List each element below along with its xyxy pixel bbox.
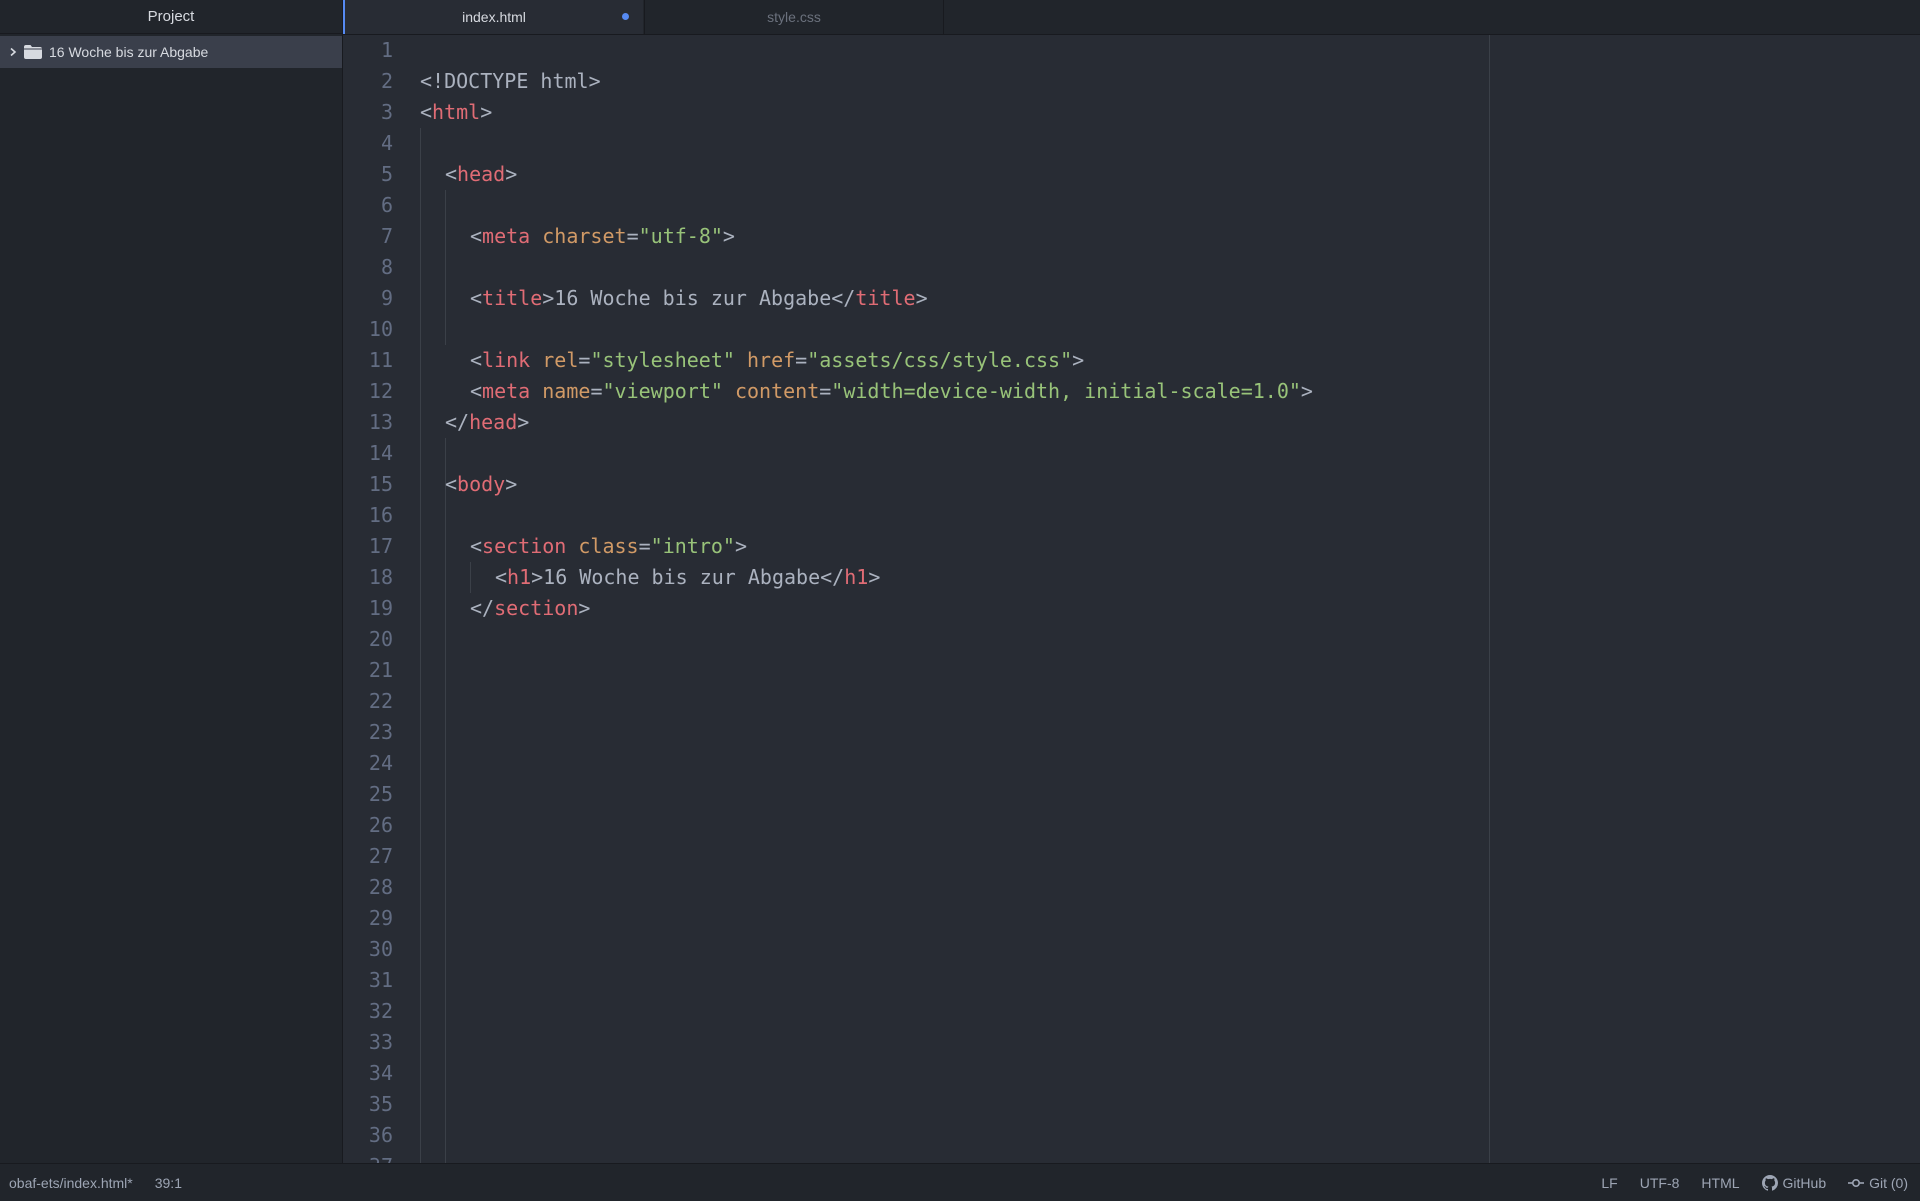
status-grammar[interactable]: HTML [1701, 1175, 1739, 1191]
line-number: 33 [368, 1030, 393, 1054]
code-line-3: <html> [420, 100, 493, 124]
line-number: 15 [368, 472, 393, 496]
tab-label: style.css [767, 9, 821, 25]
status-file-path[interactable]: obaf-ets/index.html* [9, 1175, 133, 1191]
git-label: Git (0) [1869, 1174, 1908, 1191]
tab-index-html[interactable]: index.html [343, 0, 643, 34]
indent-guide [445, 438, 446, 1163]
code-line-13: </head> [445, 410, 530, 434]
line-number: 6 [380, 193, 393, 217]
line-number: 10 [368, 317, 393, 341]
wrap-guide [1489, 35, 1490, 1163]
indent-guide [445, 190, 446, 345]
status-github[interactable]: GitHub [1761, 1174, 1827, 1191]
chevron-right-icon[interactable] [8, 47, 18, 57]
line-number: 35 [368, 1092, 393, 1116]
git-commit-icon [1848, 1178, 1865, 1187]
code-line-2: <!DOCTYPE html> [420, 69, 601, 93]
project-panel-title: Project [0, 0, 342, 34]
line-number: 23 [368, 720, 393, 744]
code-line-7: <meta charset="utf-8"> [470, 224, 735, 248]
line-number: 1 [380, 38, 393, 62]
line-number: 28 [368, 875, 393, 899]
indent-guide [470, 562, 471, 593]
line-number: 30 [368, 937, 393, 961]
code-line-12: <meta name="viewport" content="width=dev… [470, 379, 1313, 403]
project-folder-label: 16 Woche bis zur Abgabe [49, 44, 209, 60]
line-number: 20 [368, 627, 393, 651]
github-label: GitHub [1782, 1174, 1827, 1191]
github-icon [1761, 1174, 1778, 1191]
modified-dot-icon [622, 13, 629, 20]
line-number: 9 [380, 286, 393, 310]
line-number-gutter: 1 2 3 4 5 6 7 8 9 10 11 12 13 14 15 16 17 18 19 20 21 22 23 24 2… [343, 35, 420, 1163]
tab-style-css[interactable]: style.css [644, 0, 944, 34]
status-line-ending[interactable]: LF [1601, 1175, 1617, 1191]
status-cursor-position[interactable]: 39:1 [155, 1175, 182, 1191]
code-area[interactable]: <!DOCTYPE html> <html> <head> <meta char… [420, 35, 1920, 1163]
line-number: 13 [368, 410, 393, 434]
code-line-15: <body> [445, 472, 518, 496]
tab-bar: index.html style.css [343, 0, 1920, 35]
code-line-5: <head> [445, 162, 518, 186]
line-number: 18 [368, 565, 393, 589]
line-number: 22 [368, 689, 393, 713]
line-number: 21 [368, 658, 393, 682]
line-number: 29 [368, 906, 393, 930]
code-line-17: <section class="intro"> [470, 534, 747, 558]
status-git[interactable]: Git (0) [1848, 1175, 1908, 1191]
tree-view-panel: Project 16 Woche bis zur Abgabe [0, 0, 343, 1163]
line-number: 5 [380, 162, 393, 186]
project-folder-row[interactable]: 16 Woche bis zur Abgabe [0, 36, 342, 68]
status-encoding[interactable]: UTF-8 [1640, 1175, 1680, 1191]
code-line-19: </section> [470, 596, 591, 620]
indent-guide [420, 128, 421, 1163]
line-number: 14 [368, 441, 393, 465]
tab-label: index.html [462, 9, 526, 25]
line-number: 37 [343, 1151, 393, 1163]
line-number: 36 [368, 1123, 393, 1147]
line-number: 24 [368, 751, 393, 775]
line-number: 27 [368, 844, 393, 868]
line-number: 8 [380, 255, 393, 279]
folder-icon [24, 45, 42, 59]
line-number: 19 [368, 596, 393, 620]
line-number: 17 [368, 534, 393, 558]
status-bar: obaf-ets/index.html* 39:1 LF UTF-8 HTML … [0, 1163, 1920, 1201]
code-line-11: <link rel="stylesheet" href="assets/css/… [470, 348, 1085, 372]
line-number: 2 [380, 69, 393, 93]
line-number: 31 [368, 968, 393, 992]
line-number: 16 [368, 503, 393, 527]
line-number: 26 [368, 813, 393, 837]
line-number: 25 [368, 782, 393, 806]
line-number: 32 [368, 999, 393, 1023]
line-number: 34 [368, 1061, 393, 1085]
code-line-18: <h1>16 Woche bis zur Abgabe</h1> [495, 565, 881, 589]
text-editor[interactable]: 1 2 3 4 5 6 7 8 9 10 11 12 13 14 15 16 17 18 19 20 21 22 23 24 2… [343, 35, 1920, 1163]
line-number: 12 [368, 379, 393, 403]
code-line-9: <title>16 Woche bis zur Abgabe</title> [470, 286, 928, 310]
line-number: 11 [368, 348, 393, 372]
line-number: 3 [380, 100, 393, 124]
line-number: 7 [380, 224, 393, 248]
line-number: 4 [380, 131, 393, 155]
